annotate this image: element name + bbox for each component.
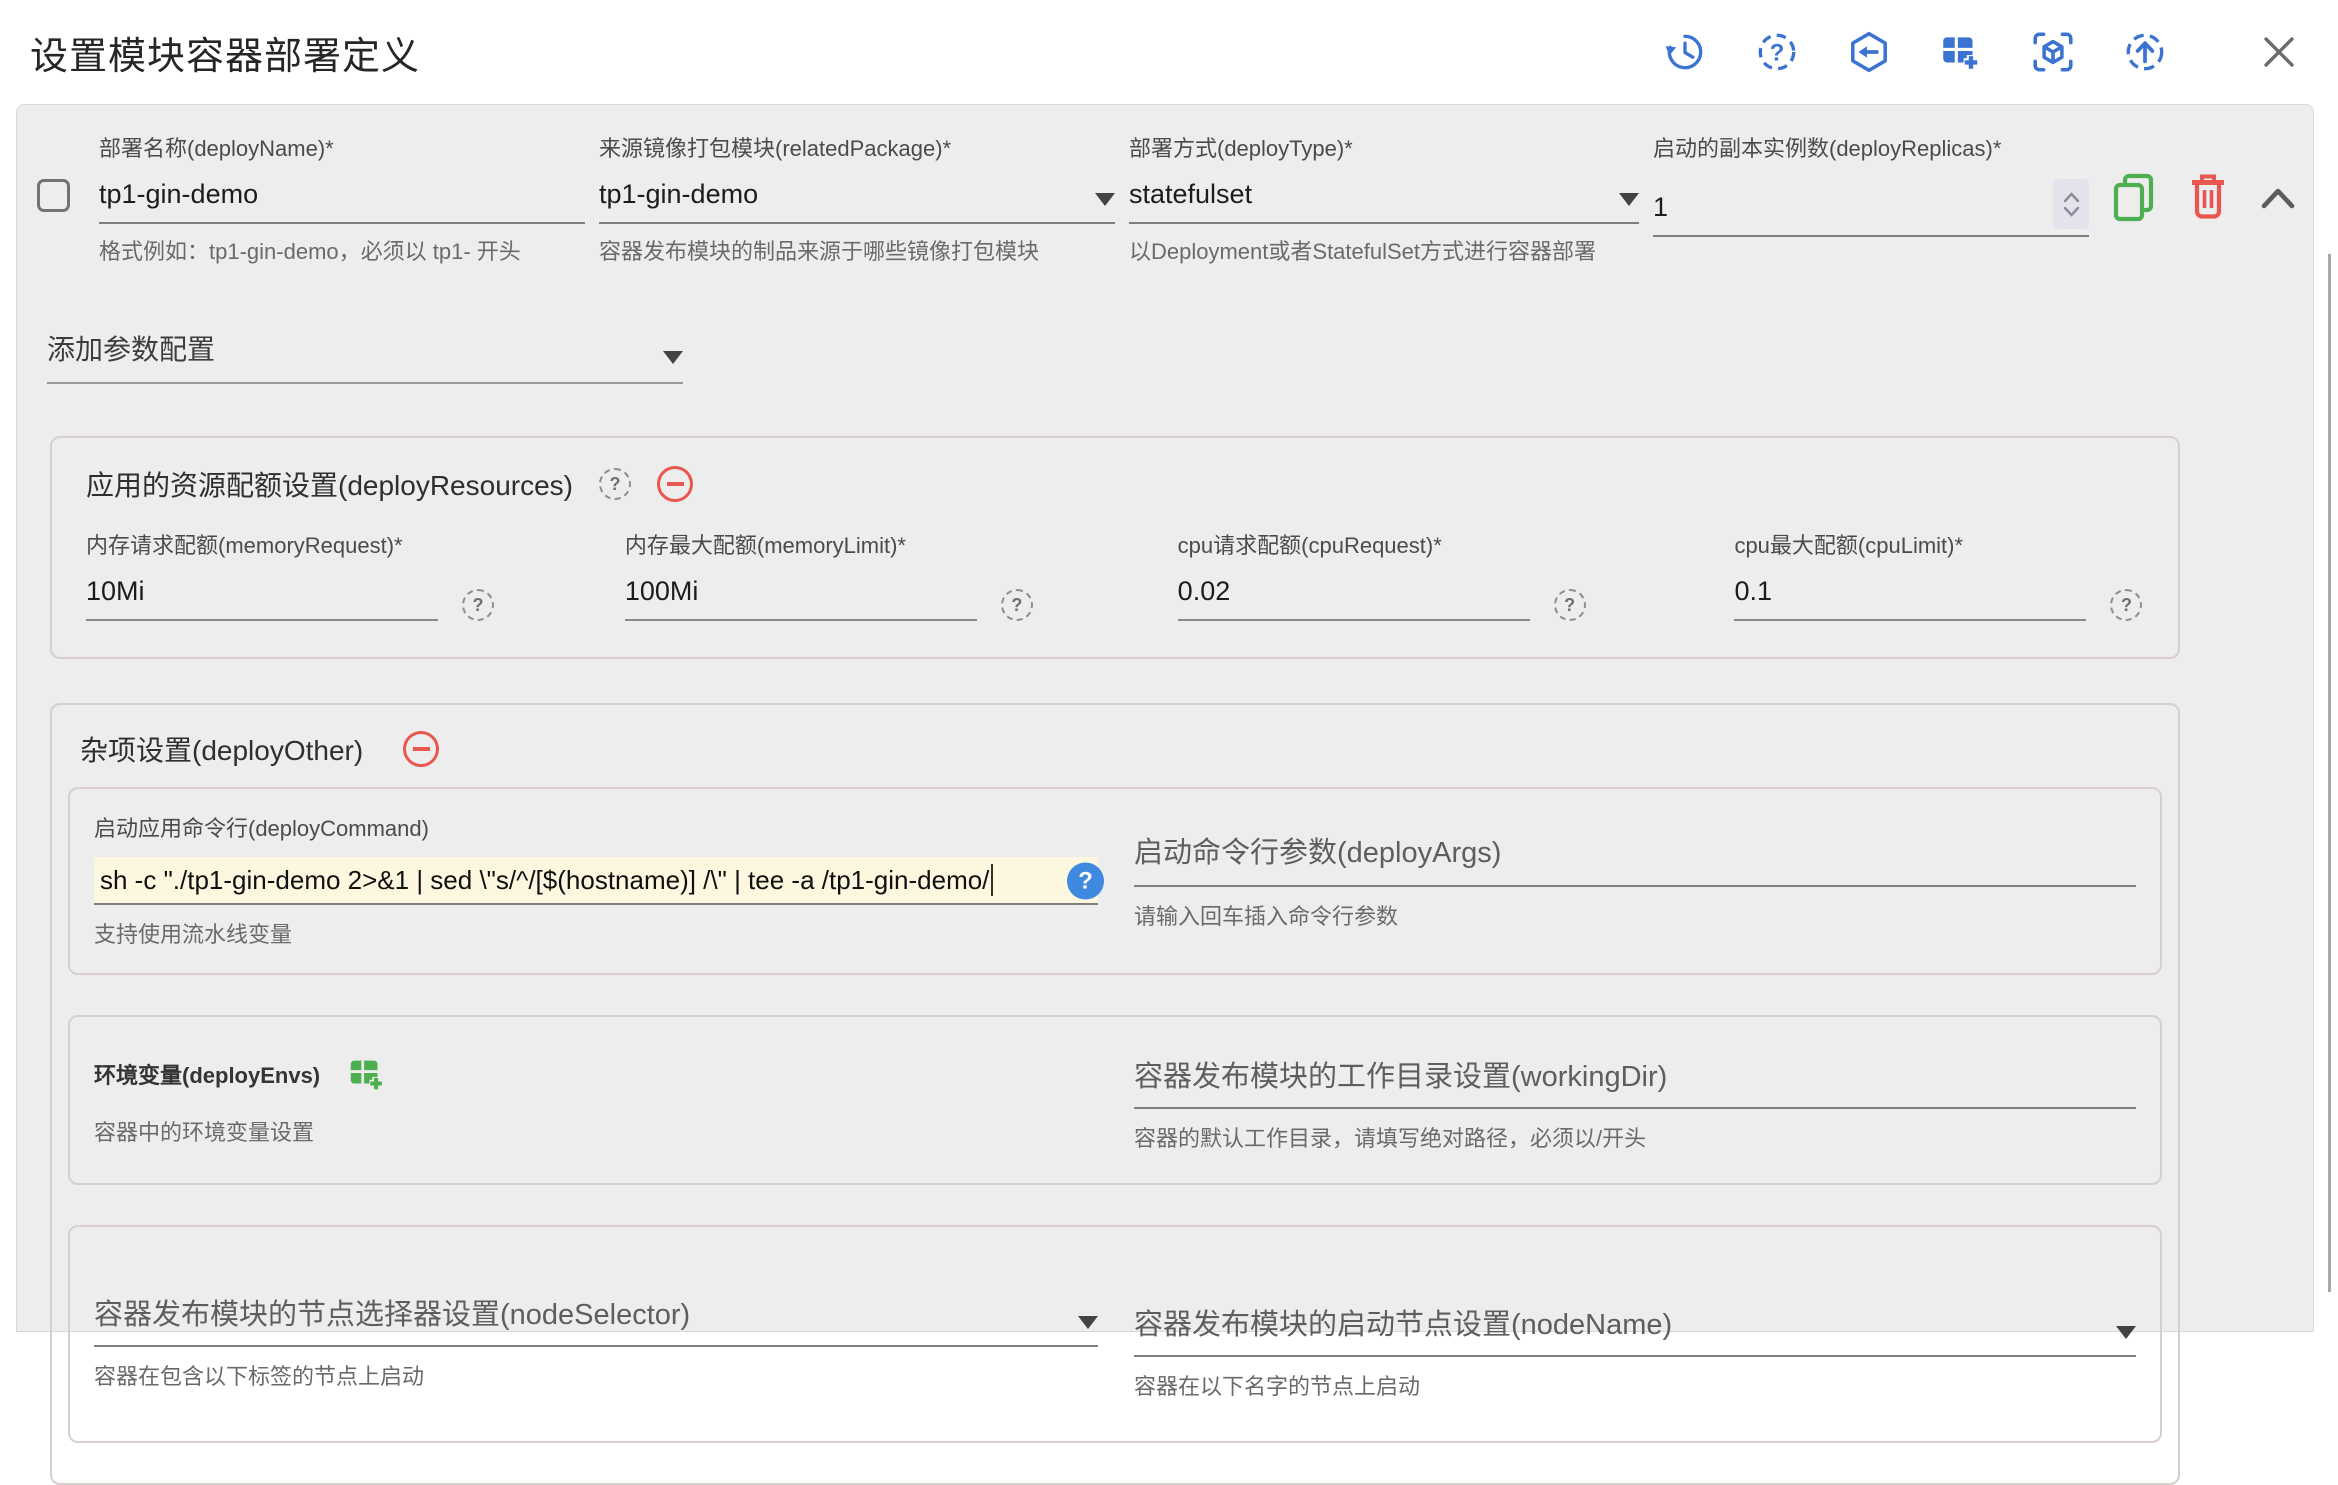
- copy-icon[interactable]: [2109, 171, 2159, 225]
- field-cpu-request: cpu请求配额(cpuRequest)* 0.02 ?: [1178, 528, 1735, 621]
- field-label: 部署名称(deployName)*: [99, 131, 585, 163]
- field-label: 环境变量(deployEnvs): [94, 1058, 320, 1090]
- field-deploy-envs: 环境变量(deployEnvs) 容器中的环境变量设置: [94, 1053, 1098, 1147]
- close-icon[interactable]: [2256, 29, 2302, 75]
- remove-resources-button[interactable]: [657, 466, 693, 502]
- help-icon[interactable]: ?: [1754, 29, 1800, 75]
- dropdown-arrow-icon[interactable]: [663, 351, 683, 364]
- field-label: cpu请求配额(cpuRequest)*: [1178, 528, 1735, 560]
- command-group: 启动应用命令行(deployCommand) sh -c "./tp1-gin-…: [68, 787, 2162, 975]
- dropdown-arrow-icon[interactable]: [1095, 193, 1115, 206]
- field-deploy-command: 启动应用命令行(deployCommand) sh -c "./tp1-gin-…: [94, 811, 1098, 949]
- node-group: 容器发布模块的节点选择器设置(nodeSelector) 容器在包含以下标签的节…: [68, 1225, 2162, 1443]
- field-node-selector: 容器发布模块的节点选择器设置(nodeSelector) 容器在包含以下标签的节…: [94, 1291, 1098, 1401]
- field-hint: 请输入回车插入命令行参数: [1134, 899, 2136, 931]
- field-label: 启动应用命令行(deployCommand): [94, 811, 1098, 843]
- help-icon[interactable]: ?: [462, 589, 494, 621]
- field-label: 来源镜像打包模块(relatedPackage)*: [599, 131, 1115, 163]
- other-title: 杂项设置(deployOther): [80, 729, 363, 769]
- help-icon[interactable]: ?: [1001, 589, 1033, 621]
- field-hint: 容器中的环境变量设置: [94, 1115, 1098, 1147]
- field-hint: 以Deployment或者StatefulSet方式进行容器部署: [1129, 234, 1639, 266]
- deploy-form-panel: 部署名称(deployName)* tp1-gin-demo 格式例如：tp1-…: [16, 104, 2314, 1332]
- field-memory-request: 内存请求配额(memoryRequest)* 10Mi ?: [86, 528, 625, 621]
- cpu-limit-input[interactable]: 0.1: [1734, 576, 2086, 621]
- field-hint: 容器的默认工作目录，请填写绝对路径，必须以/开头: [1134, 1121, 2136, 1153]
- scrollbar-thumb[interactable]: [2328, 254, 2331, 1292]
- field-deploy-type: 部署方式(deployType)* statefulset 以Deploymen…: [1129, 131, 1653, 266]
- field-hint: 容器在包含以下标签的节点上启动: [94, 1359, 1098, 1391]
- field-label: 内存最大配额(memoryLimit)*: [625, 528, 1178, 560]
- dropdown-arrow-icon[interactable]: [2116, 1326, 2136, 1339]
- trash-icon[interactable]: [2185, 172, 2231, 224]
- field-label: 内存请求配额(memoryRequest)*: [86, 528, 625, 560]
- node-selector-select[interactable]: 容器发布模块的节点选择器设置(nodeSelector): [94, 1291, 1098, 1347]
- field-label: cpu最大配额(cpuLimit)*: [1734, 528, 2152, 560]
- text-cursor: [991, 864, 993, 896]
- add-env-table-icon[interactable]: [346, 1053, 388, 1095]
- dialog-header: 设置模块容器部署定义 ?: [0, 0, 2338, 104]
- resources-title: 应用的资源配额设置(deployResources): [86, 464, 573, 504]
- replicas-stepper[interactable]: [2053, 179, 2089, 229]
- field-hint: 格式例如：tp1-gin-demo，必须以 tp1- 开头: [99, 234, 585, 266]
- help-icon[interactable]: ?: [1554, 589, 1586, 621]
- deploy-args-input[interactable]: 启动命令行参数(deployArgs): [1134, 829, 2136, 887]
- remove-other-button[interactable]: [403, 731, 439, 767]
- deploy-type-select[interactable]: statefulset: [1129, 179, 1639, 224]
- add-param-label: 添加参数配置: [47, 328, 215, 368]
- resources-section: 应用的资源配额设置(deployResources) ? 内存请求配额(memo…: [50, 436, 2180, 659]
- help-icon[interactable]: ?: [2110, 589, 2142, 621]
- row-select-checkbox[interactable]: [37, 179, 70, 212]
- replicas-input[interactable]: 1: [1653, 179, 2089, 237]
- field-node-name: 容器发布模块的启动节点设置(nodeName) 容器在以下名字的节点上启动: [1134, 1301, 2136, 1401]
- node-name-select[interactable]: 容器发布模块的启动节点设置(nodeName): [1134, 1301, 2136, 1357]
- history-icon[interactable]: [1662, 29, 1708, 75]
- deploy-command-input[interactable]: sh -c "./tp1-gin-demo 2>&1 | sed \"s/^/[…: [94, 857, 1098, 905]
- working-dir-input[interactable]: 容器发布模块的工作目录设置(workingDir): [1134, 1053, 2136, 1109]
- scrollbar-track: [2314, 104, 2338, 1292]
- field-memory-limit: 内存最大配额(memoryLimit)* 100Mi ?: [625, 528, 1178, 621]
- deploy-name-input[interactable]: tp1-gin-demo: [99, 179, 585, 224]
- header-toolbar: ?: [1662, 29, 2302, 75]
- chevron-up-icon[interactable]: [2257, 182, 2299, 214]
- deploy-row: 部署名称(deployName)* tp1-gin-demo 格式例如：tp1-…: [31, 131, 2313, 266]
- field-working-dir: 容器发布模块的工作目录设置(workingDir) 容器的默认工作目录，请填写绝…: [1134, 1053, 2136, 1153]
- svg-text:?: ?: [1770, 39, 1785, 66]
- field-hint: 容器在以下名字的节点上启动: [1134, 1369, 2136, 1401]
- envs-group: 环境变量(deployEnvs) 容器中的环境变量设置: [68, 1015, 2162, 1185]
- scan-cube-icon[interactable]: [2030, 29, 2076, 75]
- field-label: 部署方式(deployType)*: [1129, 131, 1639, 163]
- field-deploy-name: 部署名称(deployName)* tp1-gin-demo 格式例如：tp1-…: [99, 131, 599, 266]
- dropdown-arrow-icon[interactable]: [1078, 1316, 1098, 1329]
- field-label: 启动的副本实例数(deployReplicas)*: [1653, 131, 2089, 163]
- table-add-icon[interactable]: [1938, 29, 1984, 75]
- page-title: 设置模块容器部署定义: [30, 25, 420, 80]
- command-help-icon[interactable]: ?: [1067, 863, 1104, 900]
- related-package-select[interactable]: tp1-gin-demo: [599, 179, 1115, 224]
- dropdown-arrow-icon[interactable]: [1619, 193, 1639, 206]
- field-hint: 支持使用流水线变量: [94, 917, 1098, 949]
- cpu-request-input[interactable]: 0.02: [1178, 576, 1530, 621]
- field-deploy-args: 启动命令行参数(deployArgs) 请输入回车插入命令行参数: [1134, 811, 2136, 949]
- field-cpu-limit: cpu最大配额(cpuLimit)* 0.1 ?: [1734, 528, 2152, 621]
- add-param-select[interactable]: 添加参数配置: [47, 328, 683, 384]
- memory-limit-input[interactable]: 100Mi: [625, 576, 977, 621]
- field-deploy-replicas: 启动的副本实例数(deployReplicas)* 1: [1653, 131, 2103, 237]
- upload-icon[interactable]: [2122, 29, 2168, 75]
- memory-request-input[interactable]: 10Mi: [86, 576, 438, 621]
- other-section: 杂项设置(deployOther) 启动应用命令行(deployCommand)…: [50, 703, 2180, 1485]
- field-related-package: 来源镜像打包模块(relatedPackage)* tp1-gin-demo 容…: [599, 131, 1129, 266]
- help-icon[interactable]: ?: [599, 468, 631, 500]
- hexagon-back-icon[interactable]: [1846, 29, 1892, 75]
- field-hint: 容器发布模块的制品来源于哪些镜像打包模块: [599, 234, 1115, 266]
- row-actions: [2109, 131, 2299, 225]
